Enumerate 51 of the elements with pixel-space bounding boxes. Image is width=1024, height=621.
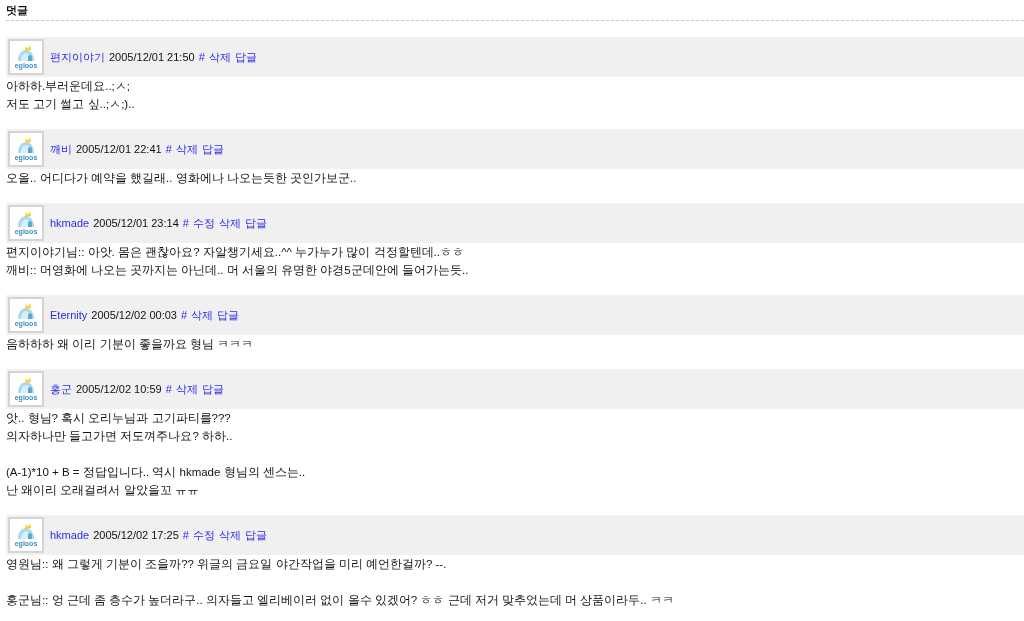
comment-date: 2005/12/02 17:25: [93, 528, 179, 542]
igloo-icon: [16, 44, 36, 62]
comment-action-link[interactable]: 삭제: [218, 216, 241, 230]
comment-action-link[interactable]: #: [182, 528, 189, 542]
comment-action-link[interactable]: 수정: [192, 216, 215, 230]
comment-action-link[interactable]: #: [180, 308, 188, 322]
comment-text: (A-1)*10 + B = 정답입니다.. 역시 hkmade 형님의 센스는..: [6, 465, 306, 480]
comment-text: 홍군님:: 엉 근데 좀 층수가 높더라구.. 의자들고 엘리베이러 없이 올수 있겠어? ㅎㅎ 근데 저거 맞추었는데 머 상품이라두.. ㅋㅋ: [6, 593, 674, 608]
comment-action-link[interactable]: 답글: [217, 308, 240, 322]
author-link[interactable]: hkmade: [50, 528, 90, 542]
comment-action-link[interactable]: 답글: [201, 142, 224, 156]
comment-text: 영원님:: 왜 그렇게 기분이 조을까?? 위글의 금요일 야간작업을 미리 예언한걸까? --.: [6, 557, 447, 572]
comment-text: 음하하하 왜 이리 기분이 좋을까요 형님 ㅋㅋㅋ: [6, 337, 254, 352]
author-link[interactable]: hkmade: [50, 216, 90, 230]
comment-text: 의자하나만 들고가면 저도껴주나요? 하하..: [6, 429, 233, 444]
comment-action-link[interactable]: 수정: [192, 528, 215, 542]
comment-action-link[interactable]: #: [182, 216, 189, 230]
comment-date: 2005/12/01 21:50: [109, 50, 195, 64]
comment-action-link[interactable]: 삭제: [208, 50, 231, 64]
comment-text: 저도 고기 썰고 싶..;ㅅ;)..: [6, 97, 135, 112]
igloo-icon: [16, 210, 36, 228]
comment-date: 2005/12/02 00:03: [91, 308, 177, 322]
author-link[interactable]: 깨비: [50, 142, 72, 156]
comment-action-link[interactable]: #: [165, 142, 172, 156]
comment-text: 아하하.부러운데요..;ㅅ;: [6, 79, 130, 94]
comment-text: 앗.. 형님? 혹시 오리누님과 고기파티를???: [6, 411, 231, 426]
comment-action-link[interactable]: #: [198, 50, 205, 64]
igloo-icon: [16, 302, 36, 320]
author-link[interactable]: Eternity: [50, 308, 88, 322]
igloo-icon: [16, 376, 36, 394]
comment-action-link[interactable]: 삭제: [175, 382, 198, 396]
comment-action-link[interactable]: 삭제: [218, 528, 241, 542]
comment-action-link[interactable]: 답글: [244, 528, 267, 542]
comment-action-link[interactable]: 답글: [234, 50, 257, 64]
comment-date: 2005/12/01 22:41: [76, 142, 162, 156]
author-link[interactable]: 홍군: [50, 382, 72, 396]
comment-action-link[interactable]: 답글: [201, 382, 224, 396]
comment-action-link[interactable]: 답글: [244, 216, 267, 230]
igloo-icon: [16, 522, 36, 540]
comment-action-link[interactable]: #: [165, 382, 172, 396]
comment-text: 편지이야기님:: 아앗. 몸은 괜찮아요? 자알챙기세요..^^ 누가누가 많이 걱정할텐데..ㅎㅎ: [6, 245, 464, 260]
author-link[interactable]: 편지이야기: [50, 50, 105, 64]
comment-text: 깨비:: 머영화에 나오는 곳까지는 아닌데.. 머 서울의 유명한 야경5군데안에 들어가는듯..: [6, 263, 469, 278]
igloo-icon: [16, 136, 36, 154]
comment-date: 2005/12/02 10:59: [76, 382, 162, 396]
comment-date: 2005/12/01 23:14: [93, 216, 179, 230]
comment-text: 오올.. 어디다가 예약을 했길래.. 영화에나 나오는듯한 곳인가보군..: [6, 171, 357, 186]
comment-action-link[interactable]: 삭제: [175, 142, 198, 156]
comment-text: 난 왜이리 오래걸려서 알았을꼬 ㅠㅠ: [6, 483, 199, 498]
comment-action-link[interactable]: 삭제: [191, 308, 214, 322]
section-title: 덧글: [6, 3, 29, 17]
